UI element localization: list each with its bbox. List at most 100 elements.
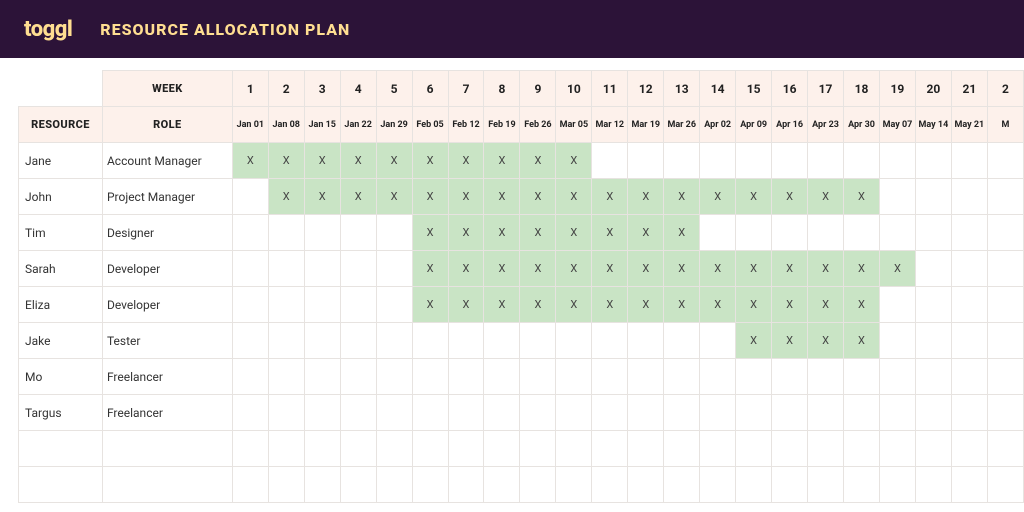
week-date-22[interactable]: M — [987, 107, 1023, 143]
allocation-cell[interactable] — [304, 251, 340, 287]
allocation-cell[interactable]: X — [268, 179, 304, 215]
allocation-cell[interactable] — [412, 395, 448, 431]
week-date-12[interactable]: Mar 19 — [628, 107, 664, 143]
resource-role[interactable]: Project Manager — [102, 179, 232, 215]
allocation-cell[interactable] — [736, 143, 772, 179]
allocation-cell[interactable] — [987, 287, 1023, 323]
empty-cell[interactable] — [592, 467, 628, 503]
allocation-cell[interactable] — [340, 251, 376, 287]
empty-cell[interactable] — [484, 431, 520, 467]
allocation-cell[interactable] — [772, 215, 808, 251]
empty-cell[interactable] — [879, 467, 915, 503]
resource-name[interactable]: Jane — [19, 143, 103, 179]
allocation-cell[interactable] — [772, 359, 808, 395]
week-date-5[interactable]: Jan 29 — [376, 107, 412, 143]
empty-cell[interactable] — [340, 467, 376, 503]
allocation-cell[interactable] — [556, 359, 592, 395]
resource-name[interactable]: Targus — [19, 395, 103, 431]
allocation-cell[interactable] — [376, 395, 412, 431]
empty-cell[interactable] — [879, 431, 915, 467]
allocation-cell[interactable] — [268, 251, 304, 287]
allocation-cell[interactable] — [232, 251, 268, 287]
allocation-cell[interactable] — [915, 395, 951, 431]
allocation-cell[interactable] — [268, 287, 304, 323]
allocation-cell[interactable] — [808, 215, 844, 251]
week-number-22[interactable]: 2 — [987, 71, 1023, 107]
allocation-cell[interactable]: X — [412, 179, 448, 215]
allocation-cell[interactable]: X — [700, 287, 736, 323]
allocation-cell[interactable]: X — [736, 323, 772, 359]
allocation-cell[interactable] — [664, 395, 700, 431]
allocation-cell[interactable] — [376, 287, 412, 323]
resource-name[interactable]: Jake — [19, 323, 103, 359]
allocation-cell[interactable] — [340, 359, 376, 395]
allocation-cell[interactable] — [951, 143, 987, 179]
allocation-cell[interactable]: X — [412, 287, 448, 323]
allocation-cell[interactable] — [951, 179, 987, 215]
allocation-cell[interactable] — [304, 215, 340, 251]
allocation-cell[interactable] — [592, 359, 628, 395]
allocation-cell[interactable] — [736, 215, 772, 251]
allocation-cell[interactable]: X — [520, 287, 556, 323]
empty-cell[interactable] — [448, 431, 484, 467]
empty-cell[interactable] — [340, 431, 376, 467]
resource-role[interactable]: Freelancer — [102, 395, 232, 431]
allocation-cell[interactable] — [987, 359, 1023, 395]
week-date-13[interactable]: Mar 26 — [664, 107, 700, 143]
empty-cell[interactable] — [268, 431, 304, 467]
week-date-18[interactable]: Apr 30 — [844, 107, 880, 143]
allocation-cell[interactable]: X — [700, 251, 736, 287]
allocation-cell[interactable] — [915, 359, 951, 395]
empty-cell[interactable] — [628, 467, 664, 503]
resource-name[interactable]: Sarah — [19, 251, 103, 287]
allocation-cell[interactable] — [915, 251, 951, 287]
week-number-14[interactable]: 14 — [700, 71, 736, 107]
allocation-cell[interactable]: X — [772, 179, 808, 215]
allocation-cell[interactable] — [268, 323, 304, 359]
week-number-17[interactable]: 17 — [808, 71, 844, 107]
allocation-cell[interactable] — [268, 359, 304, 395]
allocation-cell[interactable]: X — [556, 251, 592, 287]
allocation-cell[interactable]: X — [484, 179, 520, 215]
week-date-14[interactable]: Apr 02 — [700, 107, 736, 143]
allocation-cell[interactable] — [879, 179, 915, 215]
empty-cell[interactable] — [376, 467, 412, 503]
allocation-cell[interactable]: X — [484, 215, 520, 251]
allocation-cell[interactable] — [879, 395, 915, 431]
allocation-cell[interactable] — [987, 323, 1023, 359]
empty-cell[interactable] — [736, 431, 772, 467]
allocation-cell[interactable] — [808, 359, 844, 395]
empty-cell[interactable] — [664, 467, 700, 503]
allocation-cell[interactable]: X — [232, 143, 268, 179]
allocation-cell[interactable]: X — [304, 179, 340, 215]
resource-name[interactable]: Tim — [19, 215, 103, 251]
week-number-7[interactable]: 7 — [448, 71, 484, 107]
week-date-15[interactable]: Apr 09 — [736, 107, 772, 143]
allocation-cell[interactable]: X — [628, 215, 664, 251]
allocation-cell[interactable] — [987, 143, 1023, 179]
allocation-cell[interactable]: X — [448, 215, 484, 251]
allocation-cell[interactable]: X — [700, 179, 736, 215]
allocation-cell[interactable] — [915, 323, 951, 359]
allocation-cell[interactable] — [376, 251, 412, 287]
empty-cell[interactable] — [556, 467, 592, 503]
allocation-cell[interactable]: X — [484, 287, 520, 323]
empty-cell[interactable] — [844, 431, 880, 467]
allocation-cell[interactable]: X — [556, 143, 592, 179]
empty-cell[interactable] — [412, 431, 448, 467]
empty-cell[interactable] — [987, 431, 1023, 467]
allocation-cell[interactable]: X — [484, 143, 520, 179]
allocation-cell[interactable]: X — [736, 179, 772, 215]
allocation-cell[interactable] — [448, 359, 484, 395]
empty-cell[interactable] — [556, 431, 592, 467]
allocation-cell[interactable]: X — [844, 251, 880, 287]
empty-cell[interactable] — [102, 431, 232, 467]
allocation-cell[interactable]: X — [592, 179, 628, 215]
allocation-cell[interactable]: X — [448, 143, 484, 179]
allocation-cell[interactable]: X — [592, 215, 628, 251]
allocation-cell[interactable] — [520, 395, 556, 431]
allocation-cell[interactable]: X — [772, 251, 808, 287]
allocation-cell[interactable] — [879, 323, 915, 359]
empty-cell[interactable] — [304, 431, 340, 467]
allocation-cell[interactable] — [376, 359, 412, 395]
